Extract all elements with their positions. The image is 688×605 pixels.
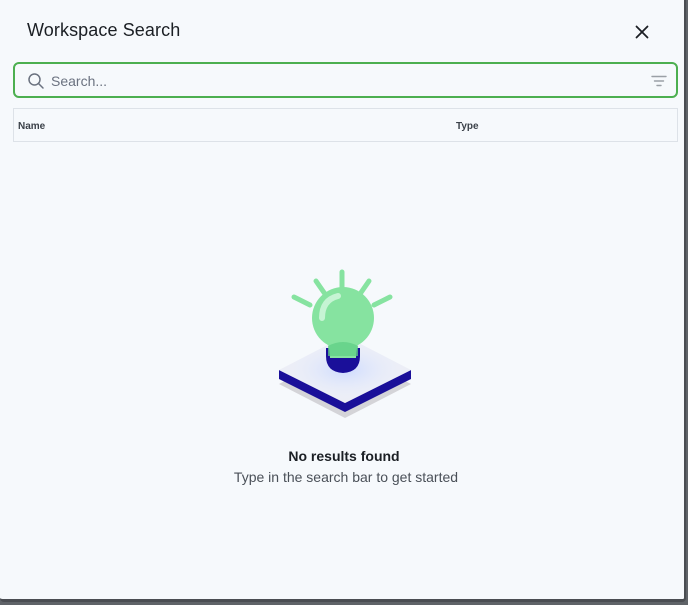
workspace-search-dialog: Workspace Search Name Type	[0, 0, 686, 602]
column-header-name[interactable]: Name	[18, 121, 45, 132]
empty-state-subtitle: Type in the search bar to get started	[233, 469, 459, 485]
dialog-header: Workspace Search	[27, 20, 654, 44]
close-icon	[635, 25, 649, 39]
lightbulb-illustration	[279, 269, 411, 418]
search-icon	[28, 73, 44, 89]
dialog-title: Workspace Search	[27, 20, 181, 40]
results-table-header: Name Type	[13, 108, 678, 142]
empty-state-title: No results found	[288, 448, 400, 464]
column-header-type[interactable]: Type	[456, 121, 479, 132]
search-bar[interactable]	[13, 62, 678, 98]
search-input[interactable]	[49, 69, 633, 93]
close-button[interactable]	[630, 20, 654, 44]
filter-icon[interactable]	[650, 72, 668, 90]
